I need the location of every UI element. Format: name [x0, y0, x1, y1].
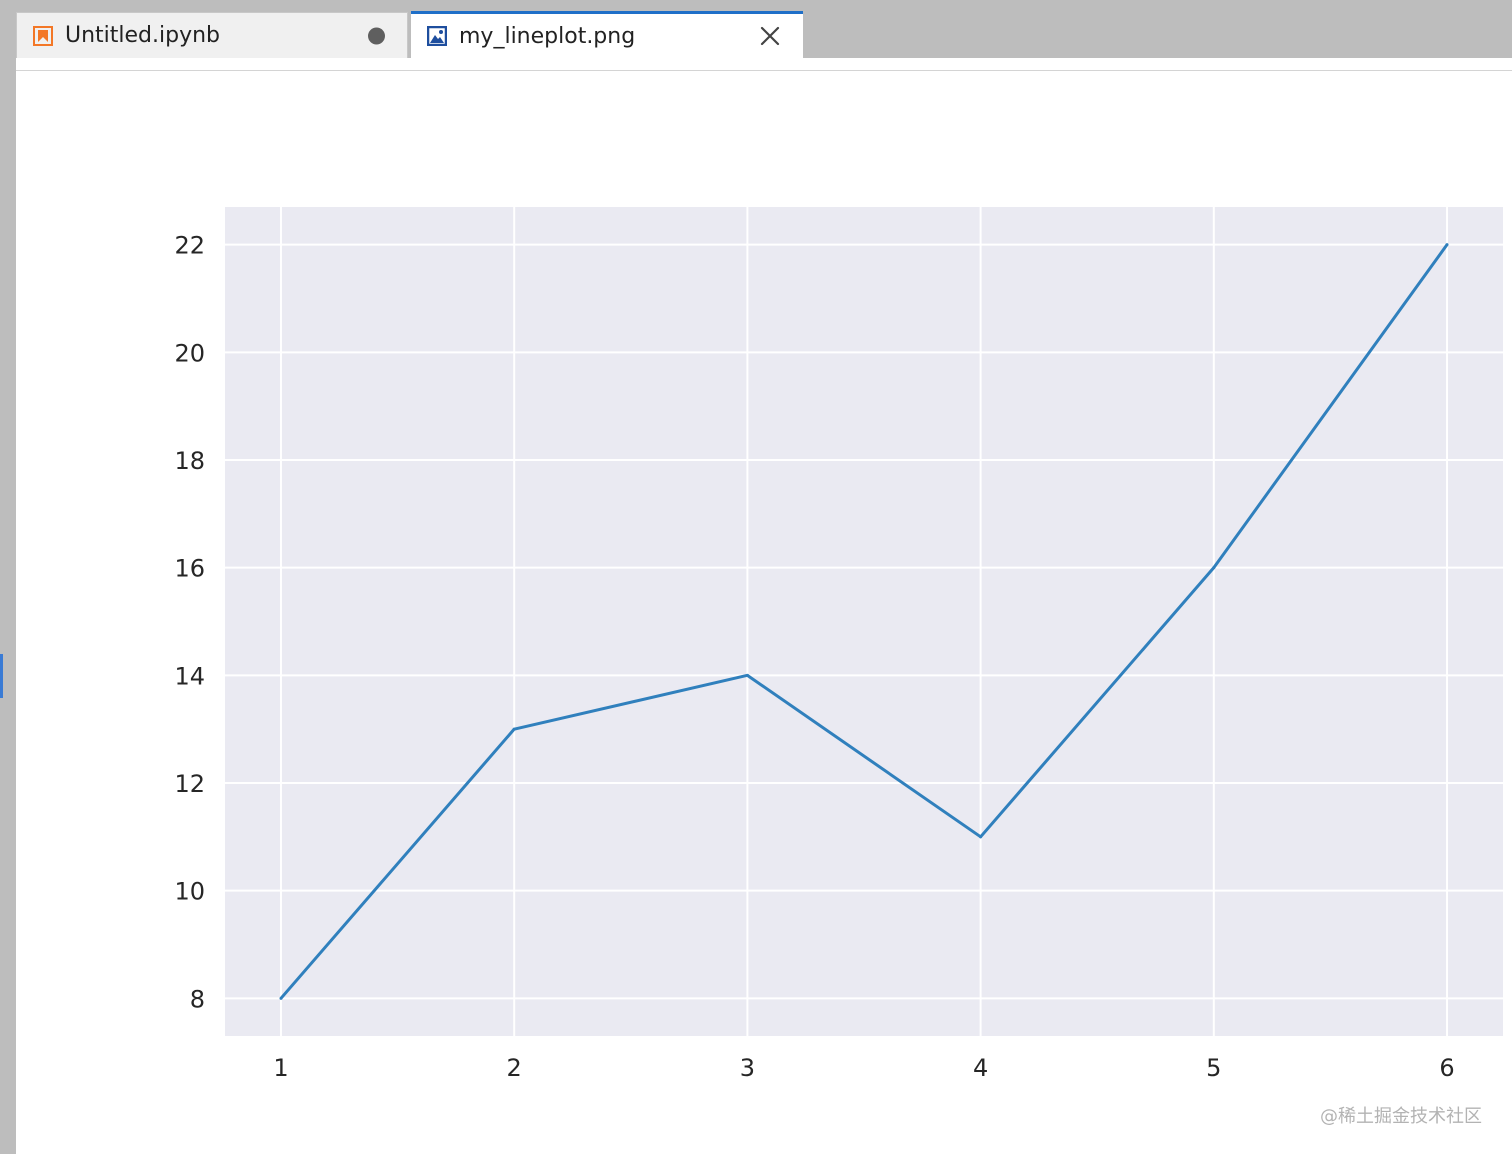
notebook-icon	[33, 25, 53, 46]
plot-area	[225, 207, 1503, 1036]
watermark-text: @稀土掘金技术社区	[1320, 1106, 1482, 1127]
x-tick-label: 3	[740, 1054, 755, 1082]
data-point	[512, 727, 516, 731]
y-tick-label: 22	[174, 232, 205, 260]
app-window: Untitled.ipynb my_lineplot.png 123456 81…	[0, 0, 1512, 1154]
y-tick-label: 8	[190, 985, 205, 1013]
tab-untitled-notebook[interactable]: Untitled.ipynb	[16, 12, 408, 58]
image-icon	[427, 26, 447, 46]
left-sidebar-edge	[0, 0, 16, 1154]
data-point	[279, 996, 283, 1000]
data-point	[745, 673, 749, 677]
data-point	[979, 835, 983, 839]
y-tick-label: 10	[174, 878, 205, 906]
y-tick-label: 12	[174, 770, 205, 798]
tab-bar: Untitled.ipynb my_lineplot.png	[16, 0, 1512, 58]
tab-label: Untitled.ipynb	[65, 23, 221, 48]
y-tick-label: 18	[174, 447, 205, 475]
x-tick-label: 1	[273, 1054, 288, 1082]
x-tick-label: 2	[507, 1054, 522, 1082]
line-plot: 123456 810121416182022	[174, 207, 1503, 1082]
x-tick-label: 5	[1206, 1054, 1221, 1082]
data-point	[1212, 566, 1216, 570]
y-axis-ticks: 8 10 12 14 16 18 20 22	[174, 232, 205, 1014]
sidebar-active-marker	[0, 654, 3, 698]
x-tick-label: 4	[973, 1054, 988, 1082]
close-tab-button[interactable]	[757, 23, 783, 49]
close-icon	[760, 26, 780, 46]
y-tick-label: 16	[174, 555, 205, 583]
tab-my-lineplot-png[interactable]: my_lineplot.png	[411, 11, 803, 58]
unsaved-indicator-icon[interactable]	[368, 27, 385, 44]
y-tick-label: 14	[174, 662, 205, 690]
y-tick-label: 20	[174, 339, 205, 367]
data-point	[1445, 243, 1449, 247]
x-tick-label: 6	[1439, 1054, 1454, 1082]
tab-label: my_lineplot.png	[459, 23, 636, 49]
x-axis-ticks: 1 2 3 4 5 6	[273, 1054, 1454, 1082]
